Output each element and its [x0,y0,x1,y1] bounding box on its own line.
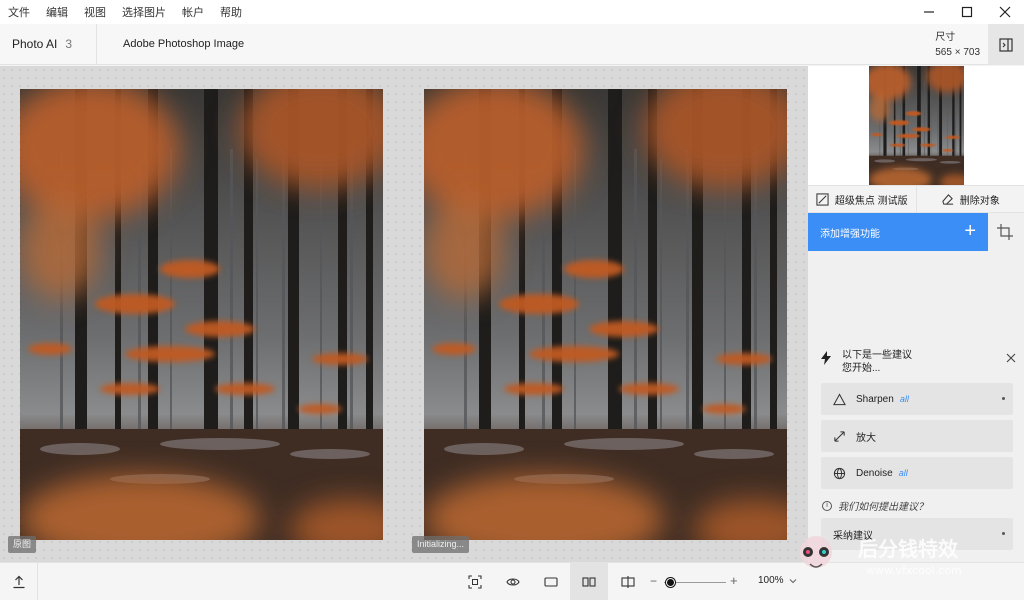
side-by-side-icon [582,577,596,587]
maximize-button[interactable] [948,0,986,24]
suggestions-header: 以下是一些建议 您开始... [820,349,1016,379]
window-controls [910,0,1024,24]
menu-edit[interactable]: 编辑 [38,4,76,20]
single-view-button[interactable] [532,563,570,600]
fit-screen-icon [468,575,482,589]
right-panel: 超级焦点 测试版 删除对象 添加增强功能 + 以下是一些建议 您开始... Sh… [808,66,1024,562]
preview-canvas[interactable] [0,66,808,562]
menu-help[interactable]: 帮助 [212,4,250,20]
remove-object-button[interactable]: 删除对象 [915,186,1024,212]
crop-icon[interactable] [996,223,1014,241]
size-label: 尺寸 [935,32,956,43]
adopt-suggestions-label: 采纳建议 [833,530,873,542]
suggestion-label: Denoise [856,467,893,479]
original-image[interactable] [20,89,383,540]
original-badge: 原图 [8,536,37,553]
image-size-info: 尺寸 565 × 703 [935,30,980,60]
suggestion-tag: all [899,394,909,404]
eraser-icon [942,193,953,205]
lightning-icon [821,351,831,365]
split-view-icon [621,576,635,588]
processing-status-badge: Initializing... [412,536,470,553]
size-value: 565 × 703 [935,47,980,58]
bottom-toolbar: − + 100% [0,562,1024,600]
add-enhancement-button[interactable]: 添加增强功能 + [808,213,988,251]
chevron-down-icon[interactable] [788,576,798,586]
app-version: 3 [65,37,73,51]
fit-view-button[interactable] [456,563,494,600]
suggestion-denoise[interactable]: Denoise all [821,457,1013,489]
info-icon: i [822,500,832,511]
close-suggestions-icon[interactable] [1006,353,1016,363]
menu-view[interactable]: 视图 [76,4,114,20]
minimize-icon [924,11,934,13]
focus-frame-icon [816,192,829,206]
zoom-thumb[interactable] [665,578,675,587]
app-header: Photo AI 3 Adobe Photoshop Image 尺寸 565 … [0,23,1024,65]
eye-icon [506,578,520,586]
suggestion-sharpen[interactable]: Sharpen all [821,383,1013,415]
adopt-suggestions-button[interactable]: 采纳建议 [821,518,1013,550]
super-focus-label: 超级焦点 测试版 [834,195,908,207]
expand-icon [834,430,845,442]
export-button[interactable] [0,563,38,600]
how-suggestions-link[interactable]: i 我们如何提出建议？ [822,498,928,513]
suggestion-label: 放大 [856,432,876,444]
panel-toggle-button[interactable] [988,24,1024,65]
zoom-in-icon[interactable]: + [730,573,738,588]
enhancement-row: 添加增强功能 + [808,213,1024,251]
split-view-button[interactable] [609,563,647,600]
zoom-out-icon[interactable]: − [650,574,657,588]
tools-row: 超级焦点 测试版 删除对象 [808,185,1024,213]
document-title: Adobe Photoshop Image [123,38,245,50]
maximize-icon [961,6,973,18]
single-view-icon [544,577,558,587]
triangle-icon [833,392,846,405]
preview-toggle-button[interactable] [494,563,532,600]
app-name: Photo AI [12,37,58,51]
super-focus-button[interactable]: 超级焦点 测试版 [808,186,916,212]
menu-bar: 文件 编辑 视图 选择图片 帐户 帮助 [0,0,1024,24]
navigator [808,66,1024,185]
menu-file[interactable]: 文件 [0,4,38,20]
sidebar-toggle-icon [999,37,1013,52]
status-dot [1002,532,1005,535]
close-window-button[interactable] [986,0,1024,24]
upload-icon [13,575,24,589]
remove-object-label: 删除对象 [959,195,1000,207]
app-brand: Photo AI 3 [0,23,97,65]
close-icon [999,6,1011,18]
suggestions-heading: 以下是一些建议 您开始... [842,349,912,375]
how-suggestions-text: 我们如何提出建议？ [838,502,928,513]
add-enhancement-label: 添加增强功能 [820,228,880,240]
suggestion-upscale[interactable]: 放大 [821,420,1013,452]
side-by-side-view-button[interactable] [570,563,608,600]
plus-icon: + [964,220,976,242]
zoom-value[interactable]: 100% [758,575,784,586]
zoom-slider[interactable]: − + [650,573,742,590]
menu-account[interactable]: 帐户 [174,4,212,20]
suggestions-heading-line2: 您开始... [842,363,881,374]
minimize-button[interactable] [910,0,948,24]
processed-image[interactable] [424,89,787,540]
menu-select-image[interactable]: 选择图片 [114,4,174,20]
navigator-thumbnail[interactable] [868,66,964,185]
suggestion-tag: all [898,468,908,478]
suggestions-heading-line1: 以下是一些建议 [842,350,912,361]
suggestion-label: Sharpen [856,393,894,405]
status-dot [1002,397,1005,400]
globe-icon [833,467,846,479]
